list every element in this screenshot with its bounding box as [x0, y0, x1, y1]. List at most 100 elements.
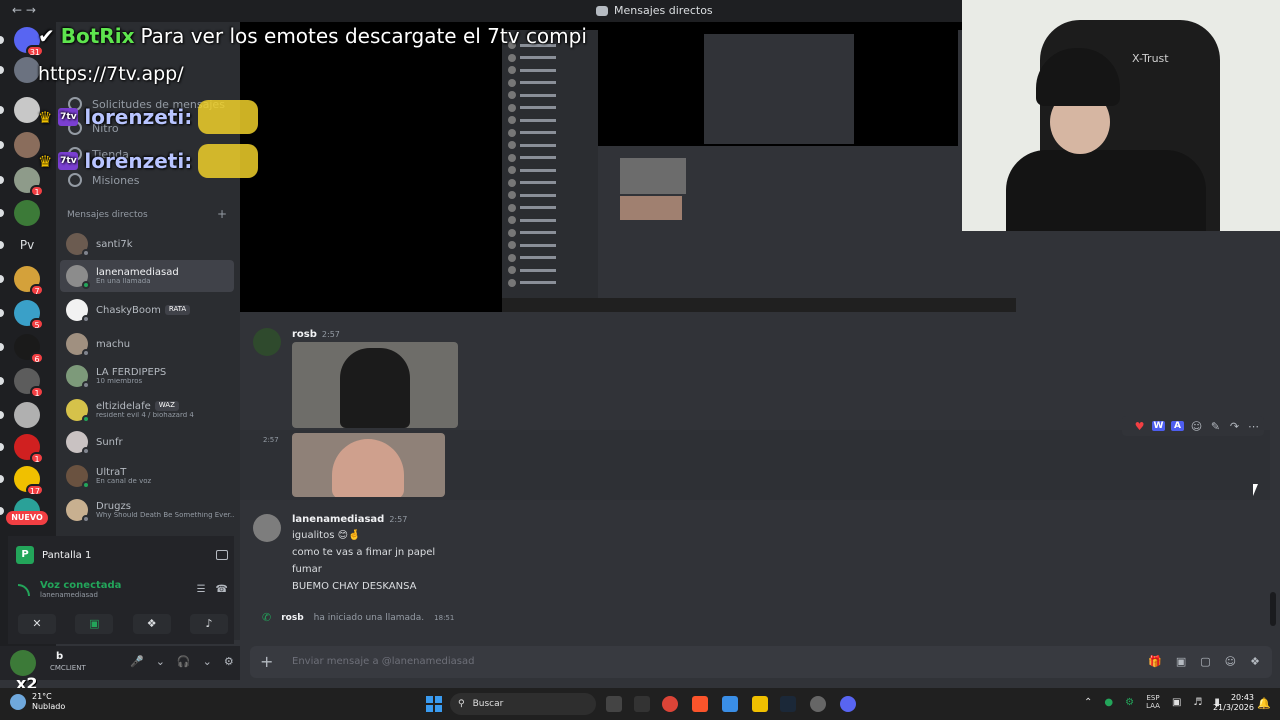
- add-dm-icon[interactable]: +: [217, 208, 227, 220]
- shared-sidebar: [502, 30, 598, 312]
- taskbar-clock[interactable]: 20:43 21/3/2026: [1212, 693, 1254, 714]
- server-icon[interactable]: [0, 132, 40, 158]
- chevron-down-icon[interactable]: ⌄: [156, 655, 165, 668]
- brave-icon[interactable]: [692, 696, 708, 712]
- dm-item[interactable]: eltizidelafe WAZ resident evil 4 / biohaza…: [60, 394, 234, 426]
- server-icon[interactable]: 17: [0, 466, 44, 496]
- composer-placeholder[interactable]: Enviar mensaje a @lanenamediasad: [292, 656, 474, 667]
- chrome-icon[interactable]: [662, 696, 678, 712]
- 7tv-badge: 7tv: [58, 108, 79, 126]
- avatar[interactable]: [10, 650, 36, 676]
- volume-icon[interactable]: ♬: [1193, 697, 1202, 708]
- server-icon[interactable]: 5: [0, 300, 44, 330]
- call-author[interactable]: rosb: [281, 613, 303, 623]
- dm-item[interactable]: LA FERDIPEPS 10 miembros: [60, 360, 234, 392]
- window-title-text: Mensajes directos: [614, 4, 713, 17]
- voice-panel: P Pantalla 1 Voz conectada lanenamediasa…: [8, 536, 234, 644]
- message-image[interactable]: [292, 342, 458, 428]
- heart-reaction-icon[interactable]: ♥: [1133, 420, 1146, 433]
- steam-icon[interactable]: [780, 696, 796, 712]
- edit-icon[interactable]: ✎: [1209, 420, 1222, 433]
- message-author[interactable]: rosb 2:57: [292, 329, 340, 340]
- dm-item[interactable]: lanenamediasad En una llamada: [60, 260, 234, 292]
- server-icon[interactable]: 31: [0, 27, 44, 57]
- crown-icon: ♛: [38, 107, 53, 127]
- gif-icon[interactable]: ▣: [1176, 655, 1186, 668]
- server-icon[interactable]: [0, 402, 40, 428]
- windows-taskbar: 21°C Nublado ⚲ Buscar ⌃ ● ⚙ ESP LAA ▣ ♬: [0, 688, 1280, 720]
- server-pv[interactable]: Pv: [0, 232, 40, 258]
- language-indicator[interactable]: ESP LAA: [1146, 694, 1160, 711]
- server-icon[interactable]: [0, 57, 40, 83]
- avatar: [66, 299, 90, 323]
- shared-sidebar-row: [508, 228, 556, 238]
- server-icon[interactable]: 1: [0, 167, 44, 197]
- avatar[interactable]: [253, 328, 281, 356]
- server-icon[interactable]: 7: [0, 266, 44, 296]
- windows-start-icon[interactable]: [426, 696, 442, 712]
- shared-sidebar-row: [508, 203, 556, 213]
- obs-icon[interactable]: [810, 696, 826, 712]
- task-view-icon[interactable]: [606, 696, 622, 712]
- network-icon[interactable]: ▣: [1172, 697, 1181, 708]
- activities-button[interactable]: ❖: [132, 614, 171, 634]
- unread-badge: 6: [30, 352, 44, 364]
- stream-row[interactable]: P Pantalla 1: [16, 542, 228, 568]
- dm-item[interactable]: ChaskyBoom RATA: [60, 294, 234, 326]
- message-image[interactable]: [292, 433, 445, 497]
- back-arrow-icon[interactable]: ← →: [12, 3, 36, 17]
- server-icon[interactable]: [0, 200, 40, 226]
- emoji-icon[interactable]: ☺: [1225, 655, 1236, 668]
- gear-icon[interactable]: ⚙: [224, 655, 234, 668]
- gift-icon[interactable]: 🎁: [1148, 655, 1162, 668]
- avatar: [66, 233, 90, 257]
- dm-item[interactable]: machu: [60, 328, 234, 360]
- sticker-icon[interactable]: ▢: [1200, 655, 1210, 668]
- microphone-icon[interactable]: 🎤: [130, 655, 144, 668]
- dm-item[interactable]: Drugzs Why Should Death Be Something Ever…: [60, 494, 234, 526]
- headphones-icon[interactable]: 🎧: [177, 655, 191, 668]
- shared-sidebar-row: [508, 165, 556, 175]
- file-explorer-icon[interactable]: [752, 696, 768, 712]
- camera-off-button[interactable]: ✕: [18, 614, 56, 634]
- voice-status[interactable]: Voz conectada: [40, 580, 121, 591]
- dm-item[interactable]: santi7k: [60, 228, 234, 260]
- dm-item[interactable]: UltraT En canal de voz: [60, 460, 234, 492]
- epic-games-icon[interactable]: [634, 696, 650, 712]
- microphone-icon[interactable]: ⚙: [1125, 697, 1134, 708]
- server-icon[interactable]: [0, 97, 40, 123]
- chevron-up-icon[interactable]: ⌃: [1084, 697, 1092, 708]
- weather-widget[interactable]: 21°C Nublado: [10, 692, 65, 711]
- server-icon[interactable]: 1: [0, 368, 44, 398]
- add-reaction-icon[interactable]: ☺: [1190, 420, 1203, 433]
- apps-icon[interactable]: ❖: [1250, 655, 1260, 668]
- status-dot-icon[interactable]: ●: [1104, 697, 1113, 708]
- discord-taskbar-icon[interactable]: [840, 696, 856, 712]
- chat-scrollbar[interactable]: [1270, 592, 1276, 626]
- message-author[interactable]: lanenamediasad 2:57: [292, 514, 407, 525]
- stop-stream-icon[interactable]: [216, 550, 228, 560]
- message-composer[interactable]: + Enviar mensaje a @lanenamediasad 🎁 ▣ ▢…: [250, 646, 1272, 678]
- screen-share-button[interactable]: ▣: [75, 614, 114, 634]
- avatar: [66, 431, 90, 455]
- taskbar-search[interactable]: ⚲ Buscar: [450, 693, 596, 715]
- noise-suppression-icon[interactable]: ☰: [197, 584, 206, 595]
- disconnect-icon[interactable]: ☎: [216, 584, 228, 595]
- more-icon[interactable]: ⋯: [1247, 420, 1260, 433]
- forward-icon[interactable]: ↷: [1228, 420, 1241, 433]
- soundboard-button[interactable]: ♪: [189, 614, 228, 634]
- a-reaction-icon[interactable]: A: [1171, 421, 1184, 431]
- chevron-down-icon[interactable]: ⌄: [203, 655, 212, 668]
- dm-item[interactable]: Sunfr: [60, 426, 234, 458]
- dm-header-label: Mensajes directos: [67, 210, 148, 220]
- user-name: b: [56, 651, 64, 662]
- store-icon[interactable]: [722, 696, 738, 712]
- shared-sidebar-row: [508, 253, 556, 263]
- upload-plus-icon[interactable]: +: [260, 652, 273, 671]
- avatar[interactable]: [253, 514, 281, 542]
- w-reaction-icon[interactable]: W: [1152, 421, 1165, 431]
- notification-bell-icon[interactable]: 🔔: [1257, 697, 1271, 710]
- server-icon[interactable]: 1: [0, 434, 44, 464]
- dm-name-row: eltizidelafe WAZ: [96, 401, 194, 412]
- server-icon[interactable]: 6: [0, 334, 44, 364]
